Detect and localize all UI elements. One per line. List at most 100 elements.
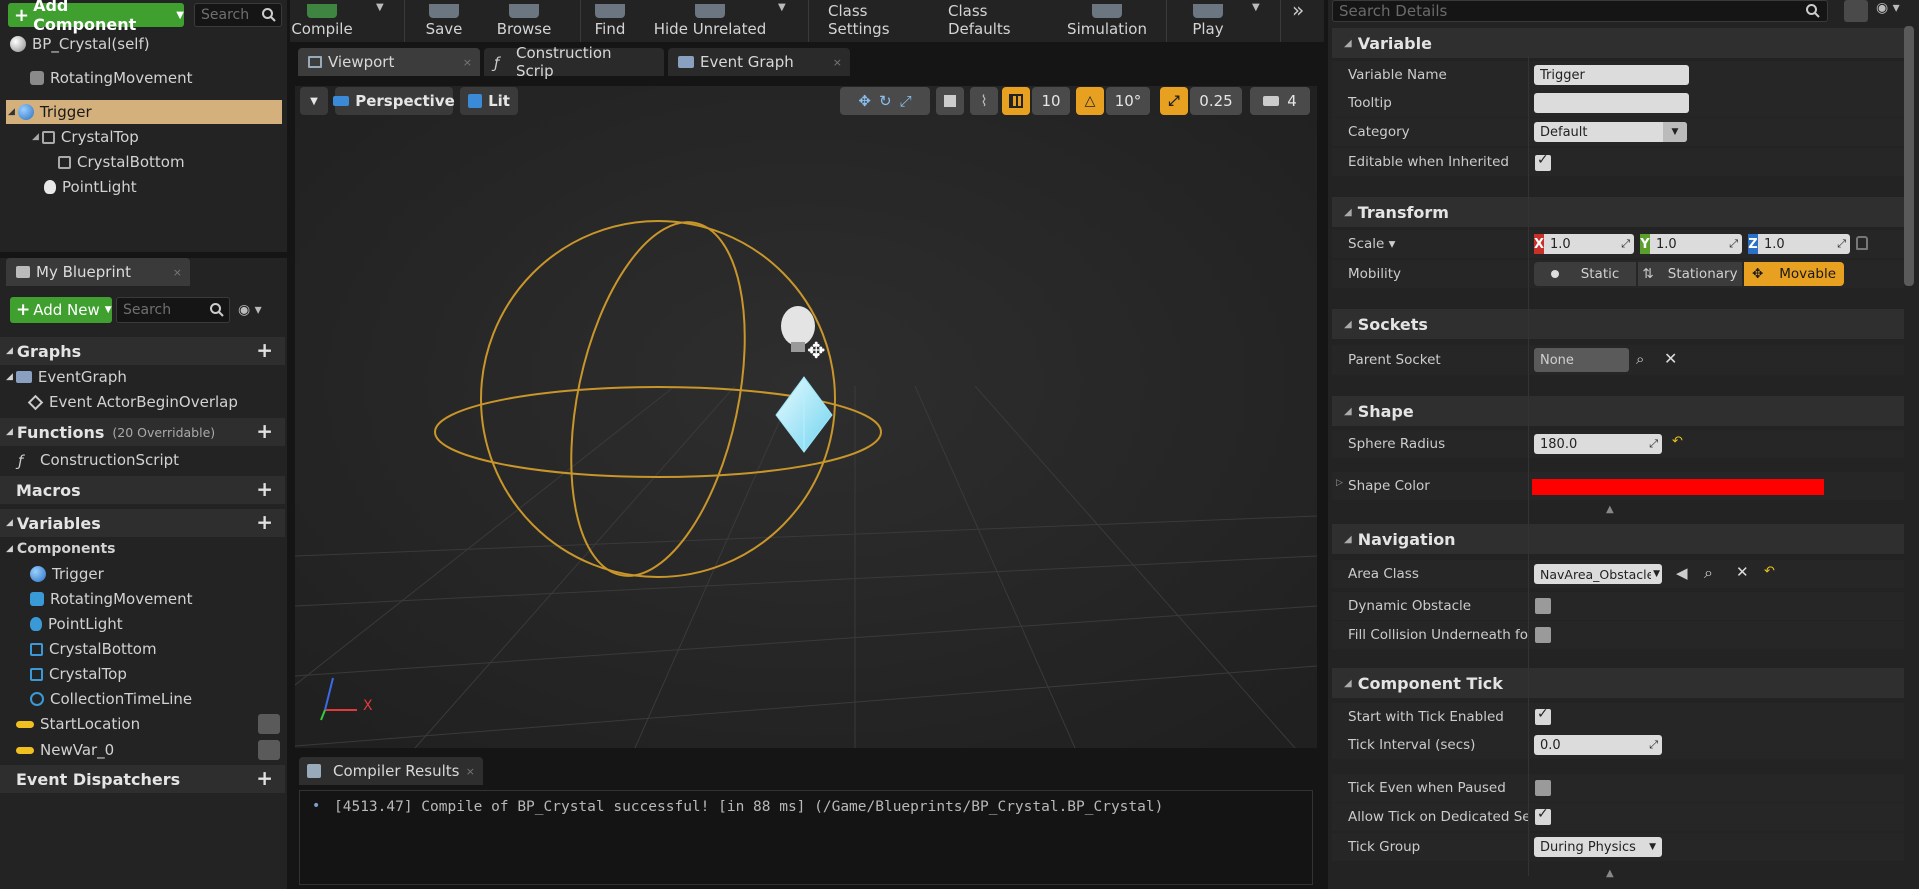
grid-snap-toggle[interactable] bbox=[1002, 87, 1030, 115]
clear-socket-icon[interactable]: ✕ bbox=[1664, 349, 1677, 368]
tab-event-graph[interactable]: Event Graph × bbox=[668, 48, 850, 76]
parent-socket-input[interactable]: None bbox=[1534, 348, 1629, 372]
add-macro-button[interactable]: + bbox=[256, 479, 273, 499]
compile-options-dropdown[interactable]: ▼ bbox=[376, 2, 384, 13]
viewport[interactable]: ✥ X bbox=[295, 86, 1317, 748]
coordinate-space-button[interactable] bbox=[936, 87, 964, 115]
variable-name-input[interactable]: Trigger bbox=[1534, 65, 1689, 85]
tree-item-rotating-movement[interactable]: RotatingMovement bbox=[30, 66, 193, 90]
rotation-snap-value[interactable]: 10° bbox=[1106, 87, 1150, 115]
close-icon[interactable]: × bbox=[463, 56, 472, 69]
rotate-icon[interactable]: ↻ bbox=[879, 92, 892, 110]
components-category[interactable]: ◢ Components bbox=[6, 537, 116, 561]
scale-snap-toggle[interactable]: ⤢ bbox=[1160, 87, 1188, 115]
expand-triangle-icon[interactable]: ◢ bbox=[8, 107, 15, 117]
surface-snap-button[interactable]: ⌇ bbox=[970, 87, 998, 115]
tick-interval-input[interactable]: 0.0 ⤢ bbox=[1534, 735, 1662, 755]
mobility-movable-button[interactable]: ✥ Movable bbox=[1744, 262, 1844, 286]
variables-section-header[interactable]: ◢ Variables + bbox=[0, 509, 285, 537]
translate-icon[interactable]: ✥ bbox=[858, 92, 871, 110]
variable-section-header[interactable]: ◢ Variable bbox=[1332, 28, 1904, 58]
expand-triangle-icon[interactable]: ◢ bbox=[32, 132, 39, 142]
details-scrollbar[interactable] bbox=[1904, 26, 1914, 286]
variable-type-indicator[interactable] bbox=[258, 714, 280, 734]
use-selected-arrow-icon[interactable]: ◀ bbox=[1676, 564, 1688, 582]
expand-triangle-icon[interactable]: ◢ bbox=[6, 346, 13, 356]
view-options-eye-icon[interactable]: ◉ ▾ bbox=[1876, 0, 1900, 16]
reset-to-default-icon[interactable]: ↶ bbox=[1672, 434, 1683, 449]
play-button[interactable]: Play bbox=[1188, 0, 1228, 42]
event-dispatchers-section-header[interactable]: Event Dispatchers + bbox=[0, 765, 285, 793]
add-new-button[interactable]: + Add New ▼ bbox=[10, 297, 112, 323]
transform-section-header[interactable]: ◢ Transform bbox=[1332, 197, 1904, 227]
shape-section-header[interactable]: ◢ Shape bbox=[1332, 396, 1904, 426]
add-graph-button[interactable]: + bbox=[256, 340, 273, 360]
add-component-button[interactable]: + Add Component ▼ bbox=[8, 0, 184, 34]
details-search-input[interactable]: Search Details bbox=[1332, 0, 1828, 22]
camera-speed-button[interactable]: 4 bbox=[1250, 87, 1310, 115]
viewport-options-dropdown[interactable]: ▼ bbox=[300, 87, 328, 115]
tree-item-point-light[interactable]: PointLight bbox=[44, 175, 137, 199]
close-icon[interactable]: × bbox=[173, 266, 182, 279]
component-tick-section-header[interactable]: ◢ Component Tick bbox=[1332, 668, 1904, 698]
expand-triangle-icon[interactable]: ◢ bbox=[1344, 406, 1352, 417]
variable-item-start-location[interactable]: StartLocation bbox=[16, 712, 280, 736]
expand-triangle-icon[interactable]: ◢ bbox=[1344, 319, 1352, 330]
simulation-button[interactable]: Simulation bbox=[1066, 0, 1148, 42]
variable-item-crystal-top[interactable]: CrystalTop bbox=[30, 662, 127, 686]
dynamic-obstacle-checkbox[interactable] bbox=[1535, 598, 1551, 614]
graph-item-begin-overlap[interactable]: Event ActorBeginOverlap bbox=[27, 390, 238, 414]
property-matrix-icon[interactable] bbox=[1844, 0, 1868, 22]
functions-section-header[interactable]: ◢ Functions (20 Overridable) + bbox=[0, 418, 285, 446]
scale-snap-value[interactable]: 0.25 bbox=[1190, 87, 1242, 115]
rotation-snap-toggle[interactable]: △ bbox=[1076, 87, 1104, 115]
close-icon[interactable]: × bbox=[833, 56, 842, 69]
browse-asset-icon[interactable]: ⌕ bbox=[1704, 563, 1713, 583]
compile-button[interactable]: Compile bbox=[291, 0, 353, 42]
save-button[interactable]: Save bbox=[424, 0, 464, 42]
grid-snap-value[interactable]: 10 bbox=[1032, 87, 1070, 115]
tooltip-input[interactable] bbox=[1534, 93, 1689, 113]
browse-button[interactable]: Browse bbox=[494, 0, 554, 42]
scale-label[interactable]: Scale ▾ bbox=[1348, 236, 1395, 252]
add-variable-button[interactable]: + bbox=[256, 512, 273, 532]
expand-triangle-icon[interactable]: ◢ bbox=[6, 427, 13, 437]
tick-dedicated-checkbox[interactable] bbox=[1535, 806, 1551, 825]
class-settings-button[interactable]: Class Settings bbox=[828, 0, 932, 42]
perspective-button[interactable]: Perspective bbox=[333, 87, 455, 115]
tick-group-dropdown[interactable]: During Physics ▼ bbox=[1534, 837, 1662, 857]
compiler-results-log[interactable]: • [4513.47] Compile of BP_Crystal succes… bbox=[299, 790, 1313, 885]
variable-item-point-light[interactable]: PointLight bbox=[30, 612, 123, 636]
expand-triangle-icon[interactable]: ◢ bbox=[1344, 207, 1352, 218]
lit-button[interactable]: Lit bbox=[460, 87, 518, 115]
function-item-construction-script[interactable]: ƒ ConstructionScript bbox=[18, 448, 179, 472]
toolbar-overflow-icon[interactable]: » bbox=[1292, 0, 1304, 22]
find-button[interactable]: Find bbox=[588, 0, 632, 42]
tick-paused-checkbox[interactable] bbox=[1535, 780, 1551, 796]
tree-item-trigger[interactable]: ◢ Trigger bbox=[6, 100, 282, 124]
tree-item-crystal-bottom[interactable]: CrystalBottom bbox=[58, 150, 185, 174]
expand-triangle-icon[interactable]: ▷ bbox=[1336, 478, 1343, 488]
tree-item-self[interactable]: BP_Crystal(self) bbox=[10, 32, 150, 56]
tab-construction-script[interactable]: ƒ Construction Scrip bbox=[484, 44, 664, 80]
collapse-advanced-icon[interactable]: ▲ bbox=[1606, 504, 1614, 515]
clear-area-class-icon[interactable]: ✕ bbox=[1736, 563, 1749, 581]
my-blueprint-tab[interactable]: My Blueprint × bbox=[6, 258, 190, 286]
details-column-splitter[interactable] bbox=[1528, 56, 1529, 876]
area-class-dropdown[interactable]: NavArea_Obstacle ▼ bbox=[1534, 564, 1662, 584]
my-blueprint-search-input[interactable]: Search bbox=[116, 297, 230, 323]
collapse-advanced-icon[interactable]: ▲ bbox=[1606, 868, 1614, 879]
fill-collision-checkbox[interactable] bbox=[1535, 627, 1551, 643]
mobility-stationary-button[interactable]: ⇅ Stationary bbox=[1638, 262, 1742, 286]
components-search-input[interactable]: Search bbox=[194, 3, 282, 27]
search-socket-icon[interactable]: ⌕ bbox=[1636, 350, 1644, 368]
hide-unrelated-button[interactable]: Hide Unrelated bbox=[652, 0, 768, 42]
expand-triangle-icon[interactable]: ◢ bbox=[6, 544, 13, 554]
sphere-radius-input[interactable]: 180.0 ⤢ bbox=[1534, 434, 1662, 454]
start-tick-checkbox[interactable] bbox=[1535, 706, 1551, 725]
variable-item-collection-timeline[interactable]: CollectionTimeLine bbox=[30, 687, 192, 711]
macros-section-header[interactable]: Macros + bbox=[0, 476, 285, 504]
graph-item-event-graph[interactable]: ◢ EventGraph bbox=[6, 365, 127, 389]
variable-item-rotating-movement[interactable]: RotatingMovement bbox=[30, 587, 193, 611]
expand-triangle-icon[interactable]: ◢ bbox=[6, 372, 13, 382]
